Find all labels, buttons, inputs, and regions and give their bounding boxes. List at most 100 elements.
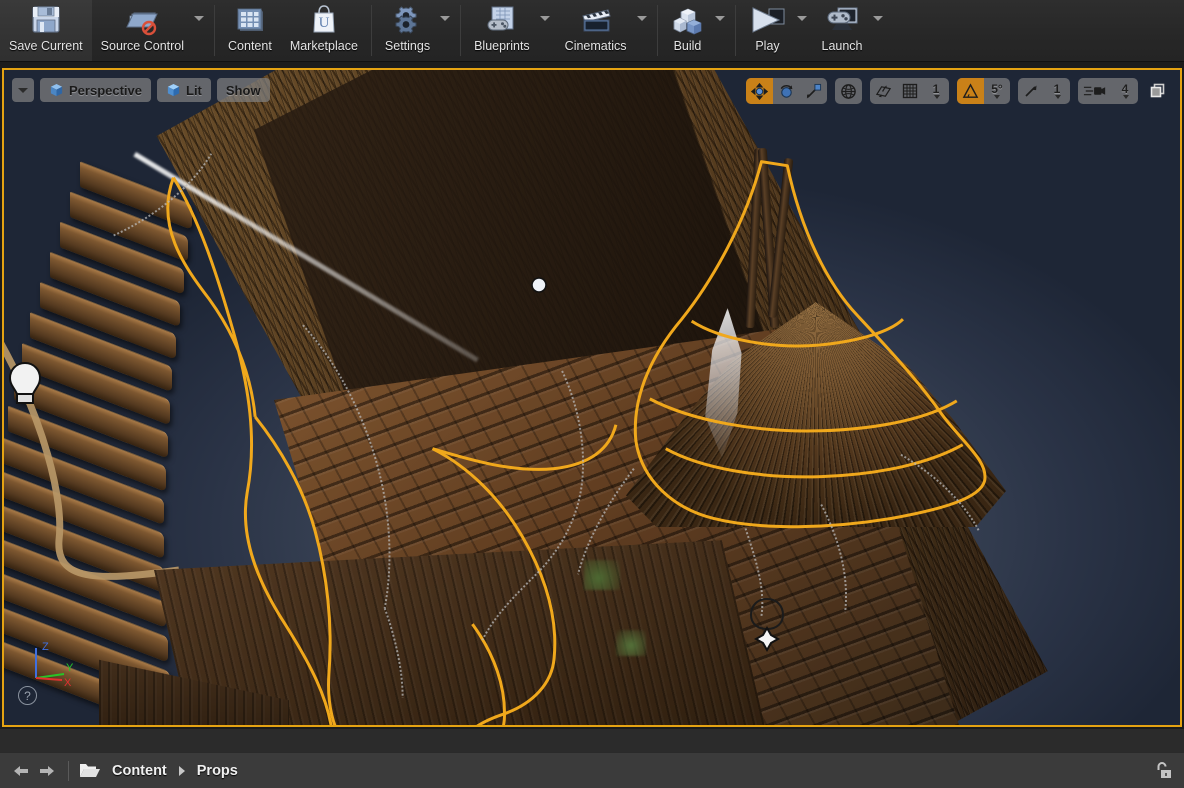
spire-mesh	[724, 147, 804, 329]
launch-dropdown[interactable]	[872, 0, 889, 61]
navigate-back-button[interactable]	[8, 758, 34, 784]
world-space-button[interactable]	[835, 78, 862, 104]
viewport-toolbar-left: Perspective Lit Show	[12, 78, 270, 102]
coordinate-system-group	[835, 78, 862, 104]
content-button[interactable]: Content	[219, 0, 281, 61]
cinematics-dropdown[interactable]	[636, 0, 653, 61]
unlocked-padlock-icon	[1157, 761, 1171, 778]
chevron-down-icon	[933, 95, 940, 99]
play-dropdown[interactable]	[796, 0, 813, 61]
scale-snap-value[interactable]: 1	[1044, 78, 1070, 104]
blueprints-dropdown[interactable]	[539, 0, 556, 61]
cinematics-clapper-icon	[579, 4, 613, 36]
chevron-down-icon	[994, 95, 1001, 99]
arrow-right-icon	[40, 765, 54, 776]
chevron-down-icon	[194, 16, 205, 21]
rotate-mode-button[interactable]	[773, 78, 800, 104]
scale-icon	[806, 83, 822, 99]
cinematics-label: Cinematics	[564, 39, 627, 53]
launch-gamepad-icon	[824, 4, 860, 36]
scale-snap-value-label: 1	[1053, 82, 1061, 96]
camera-cube-icon	[50, 83, 63, 96]
surface-snap-icon	[875, 84, 892, 97]
arrow-left-icon	[14, 765, 28, 776]
level-viewport[interactable]: Perspective Lit Show 1 5° 1 4 Z Y X ?	[2, 68, 1182, 727]
scale-mode-button[interactable]	[800, 78, 827, 104]
chevron-down-icon	[796, 16, 807, 21]
cinematics-button[interactable]: Cinematics	[556, 0, 636, 61]
scale-snap-group: 1	[1018, 78, 1070, 104]
chimney-cap-actor-icon[interactable]	[529, 275, 549, 300]
build-button[interactable]: Build	[662, 0, 714, 61]
marketplace-button[interactable]: U Marketplace	[281, 0, 367, 61]
play-button[interactable]: Play	[740, 0, 796, 61]
svg-text:Y: Y	[66, 662, 74, 674]
maximize-viewport-button[interactable]	[1146, 79, 1170, 103]
grid-snap-button[interactable]	[897, 78, 923, 104]
camera-speed-button[interactable]	[1078, 78, 1112, 104]
save-current-button[interactable]: Save Current	[0, 0, 92, 61]
angle-snap-value[interactable]: 5°	[984, 78, 1010, 104]
main-toolbar: Save Current Source Control Content U Ma…	[0, 0, 1184, 62]
translate-mode-button[interactable]	[746, 78, 773, 104]
grid-snap-value[interactable]: 1	[923, 78, 949, 104]
source-control-icon	[124, 4, 160, 36]
view-mode-perspective-button[interactable]: Perspective	[40, 78, 151, 102]
save-current-label: Save Current	[9, 39, 83, 53]
launch-button[interactable]: Launch	[813, 0, 872, 61]
foliage-patch	[616, 630, 646, 656]
build-blocks-icon	[672, 4, 704, 36]
maximize-restore-icon	[1150, 83, 1165, 98]
chevron-down-icon	[1054, 95, 1061, 99]
toolbar-group-content: Content U Marketplace	[219, 0, 367, 61]
launch-label: Launch	[821, 39, 863, 53]
chevron-down-icon	[636, 16, 647, 21]
play-icon	[749, 4, 787, 36]
svg-text:X: X	[64, 677, 72, 689]
show-flags-button[interactable]: Show	[216, 78, 270, 102]
viewport-3d-scene[interactable]	[4, 70, 1180, 725]
source-control-button[interactable]: Source Control	[92, 0, 193, 61]
content-browser-path-bar: Content Props	[0, 752, 1184, 788]
surface-snap-button[interactable]	[870, 78, 897, 104]
viewport-help-button[interactable]: ?	[18, 686, 37, 705]
help-label: ?	[24, 688, 31, 703]
build-label: Build	[673, 39, 702, 53]
svg-text:Z: Z	[42, 641, 49, 653]
folder-icon	[79, 762, 101, 779]
toolbar-group-play: Play Launch	[740, 0, 889, 61]
angle-snap-value-label: 5°	[991, 82, 1003, 96]
breadcrumb-separator-icon	[178, 765, 185, 776]
toolbar-divider	[656, 5, 658, 56]
shading-mode-button[interactable]: Lit	[157, 78, 211, 102]
build-dropdown[interactable]	[714, 0, 731, 61]
grid-snap-value-label: 1	[932, 82, 940, 96]
point-light-actor-icon[interactable]	[8, 360, 42, 417]
move-arrows-icon	[751, 82, 768, 100]
marketplace-label: Marketplace	[289, 39, 358, 53]
angle-snap-button[interactable]	[957, 78, 984, 104]
camera-speed-value[interactable]: 4	[1112, 78, 1138, 104]
breadcrumb-item-content[interactable]: Content	[109, 761, 170, 781]
viewport-options-menu[interactable]	[12, 78, 34, 102]
transform-mode-group	[746, 78, 827, 104]
view-mode-label: Perspective	[69, 82, 142, 98]
chevron-down-icon	[714, 16, 725, 21]
toolbar-divider	[734, 5, 736, 56]
source-control-dropdown[interactable]	[193, 0, 210, 61]
navigate-forward-button[interactable]	[34, 758, 60, 784]
toolbar-divider	[68, 760, 69, 781]
grid-icon	[902, 83, 918, 99]
breadcrumb-item-props[interactable]: Props	[194, 761, 241, 781]
settings-button[interactable]: Settings	[376, 0, 439, 61]
chevron-down-icon	[440, 16, 451, 21]
blueprints-button[interactable]: Blueprints	[465, 0, 539, 61]
toolbar-divider	[460, 5, 462, 56]
lock-path-button[interactable]	[1150, 758, 1176, 784]
toolbar-group-build: Build	[662, 0, 731, 61]
decal-actor-icon[interactable]	[749, 595, 785, 658]
settings-dropdown[interactable]	[439, 0, 456, 61]
scale-snap-button[interactable]	[1018, 78, 1044, 104]
diagonal-arrow-icon	[1025, 85, 1037, 97]
source-control-label: Source Control	[100, 39, 185, 53]
